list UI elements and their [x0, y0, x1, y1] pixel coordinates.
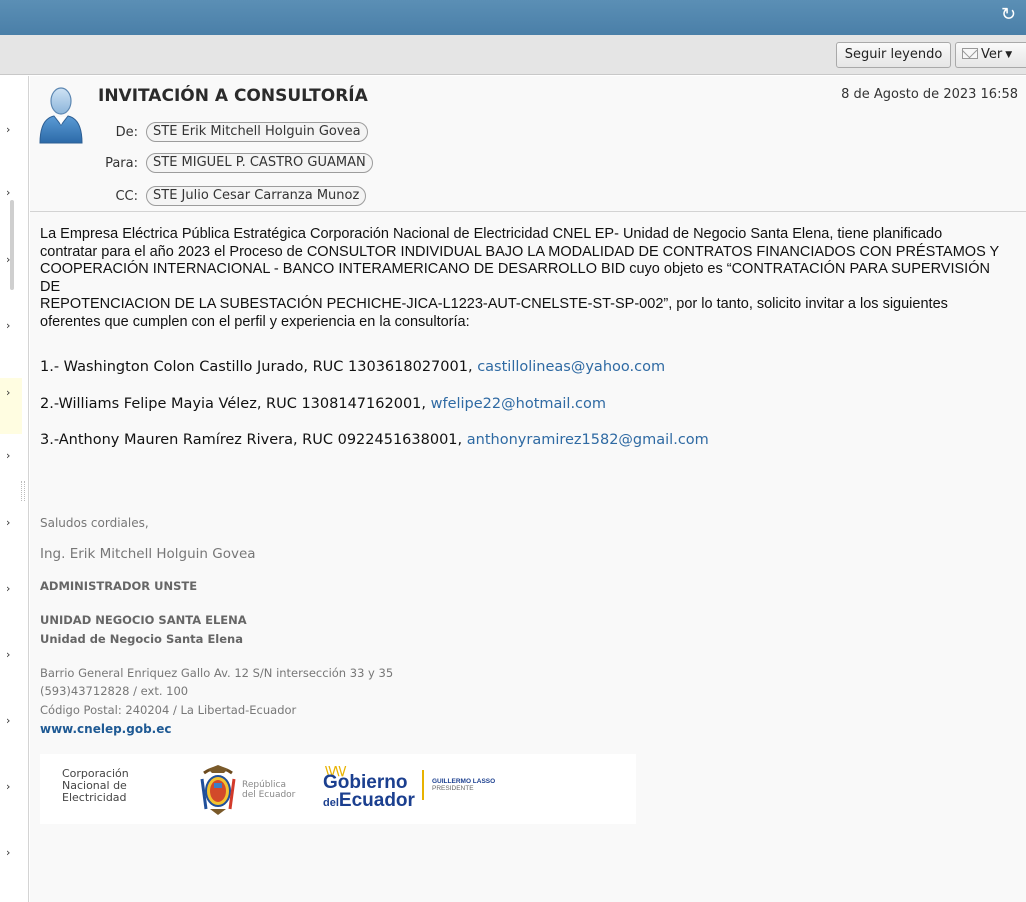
to-label: Para:: [105, 156, 138, 171]
republica-logo-line: del Ecuador: [242, 790, 296, 800]
message-body: La Empresa Eléctrica Pública Estratégica…: [30, 213, 1026, 331]
window-title-bar: ↻: [0, 0, 1026, 35]
gobierno-del: del: [323, 797, 339, 809]
bidder-item: 2.-Williams Felipe Mayia Vélez, RUC 1308…: [40, 396, 606, 412]
list-item-marker[interactable]: ›: [6, 123, 10, 136]
sender-chip[interactable]: STE Erik Mitchell Holguin Govea: [146, 122, 368, 142]
signature-postal: Código Postal: 240204 / La Libertad-Ecua…: [40, 703, 297, 717]
from-label: De:: [115, 125, 138, 140]
list-item-marker[interactable]: ›: [6, 714, 10, 727]
cc-chip[interactable]: STE Julio Cesar Carranza Munoz: [146, 186, 367, 206]
list-item-marker[interactable]: ›: [6, 516, 10, 529]
republica-logo: República del Ecuador: [242, 780, 295, 800]
signature-logos: Corporación Nacional de Electricidad Rep…: [40, 754, 636, 824]
logo-divider: [422, 770, 424, 800]
signature-unit: Unidad de Negocio Santa Elena: [40, 632, 243, 646]
list-item-marker[interactable]: ›: [6, 780, 10, 793]
bidder-text: 1.- Washington Colon Castillo Jurado, RU…: [40, 359, 478, 375]
bidder-item: 3.-Anthony Mauren Ramírez Rivera, RUC 09…: [40, 432, 709, 448]
intro-line: COOPERACIÓN INTERNACIONAL - BANCO INTERA…: [40, 261, 990, 295]
gobierno-logo: \\/\\/ Gobierno delEcuador: [323, 764, 423, 816]
cnel-logo-line: Electricidad: [62, 791, 127, 804]
email-link[interactable]: castillolineas@yahoo.com: [477, 359, 665, 375]
email-link[interactable]: wfelipe22@hotmail.com: [431, 396, 606, 412]
list-item-marker[interactable]: ›: [6, 253, 10, 266]
list-item-marker[interactable]: ›: [6, 449, 10, 462]
list-item-marker[interactable]: ›: [6, 386, 10, 399]
intro-paragraph: La Empresa Eléctrica Pública Estratégica…: [40, 226, 1012, 331]
refresh-icon[interactable]: ↻: [1001, 4, 1016, 25]
signature-phone: (593)43712828 / ext. 100: [40, 684, 189, 698]
gobierno-line-2: Ecuador: [338, 790, 415, 811]
list-item-marker[interactable]: ›: [6, 582, 10, 595]
president-logo-text: GUILLERMO LASSO PRESIDENTE: [432, 778, 495, 792]
message-header: INVITACIÓN A CONSULTORÍA 8 de Agosto de …: [30, 76, 1026, 212]
signature-address: Barrio General Enriquez Gallo Av. 12 S/N…: [40, 666, 394, 680]
bidder-text: 3.-Anthony Mauren Ramírez Rivera, RUC 09…: [40, 432, 467, 448]
list-item-marker[interactable]: ›: [6, 319, 10, 332]
view-label: Ver: [981, 47, 1003, 62]
intro-line: REPOTENCIACION DE LA SUBESTACIÓN PECHICH…: [40, 296, 948, 312]
intro-line: contratar para el año 2023 el Proceso de…: [40, 243, 1000, 260]
recipient-chip[interactable]: STE MIGUEL P. CASTRO GUAMAN: [146, 153, 373, 173]
continue-reading-button[interactable]: Seguir leyendo: [836, 42, 951, 68]
intro-line: La Empresa Eléctrica Pública Estratégica…: [40, 226, 943, 242]
email-link[interactable]: anthonyramirez1582@gmail.com: [467, 432, 709, 448]
pane-resize-handle[interactable]: [21, 481, 25, 501]
website-link[interactable]: www.cnelep.gob.ec: [40, 722, 171, 736]
message-list-pane[interactable]: › › › › › › › › › › › ›: [0, 76, 29, 902]
bidder-text: 2.-Williams Felipe Mayia Vélez, RUC 1308…: [40, 396, 431, 412]
signature-name: Ing. Erik Mitchell Holguin Govea: [40, 546, 256, 562]
chevron-down-icon: ▼: [1005, 50, 1013, 60]
message-view: INVITACIÓN A CONSULTORÍA 8 de Agosto de …: [30, 76, 1026, 902]
message-date: 8 de Agosto de 2023 16:58: [841, 87, 1018, 102]
bidder-item: 1.- Washington Colon Castillo Jurado, RU…: [40, 359, 665, 375]
president-title: PRESIDENTE: [432, 785, 474, 792]
message-toolbar: Seguir leyendo Ver ▼: [0, 35, 1026, 75]
cnel-logo: Corporación Nacional de Electricidad: [62, 768, 129, 804]
republica-logo-line: República: [242, 780, 286, 790]
list-item-marker[interactable]: ›: [6, 846, 10, 859]
scrollbar-thumb[interactable]: [10, 200, 14, 290]
signature-greeting: Saludos cordiales,: [40, 516, 149, 530]
gobierno-logo-text: Gobierno delEcuador: [323, 773, 415, 812]
intro-line: oferentes que cumplen con el perfil y ex…: [40, 313, 470, 330]
signature-unit-upper: UNIDAD NEGOCIO SANTA ELENA: [40, 613, 247, 627]
envelope-icon: [962, 48, 978, 59]
signature-role: ADMINISTRADOR UNSTE: [40, 579, 198, 593]
president-name: GUILLERMO LASSO: [432, 778, 496, 785]
cc-label: CC:: [115, 189, 138, 204]
list-item-marker[interactable]: ›: [6, 186, 10, 199]
view-menu-button[interactable]: Ver ▼: [955, 42, 1026, 68]
list-item-marker[interactable]: ›: [6, 648, 10, 661]
message-subject: INVITACIÓN A CONSULTORÍA: [98, 86, 368, 106]
ecuador-coat-of-arms-icon: [200, 765, 236, 815]
selected-list-row[interactable]: [0, 378, 22, 434]
